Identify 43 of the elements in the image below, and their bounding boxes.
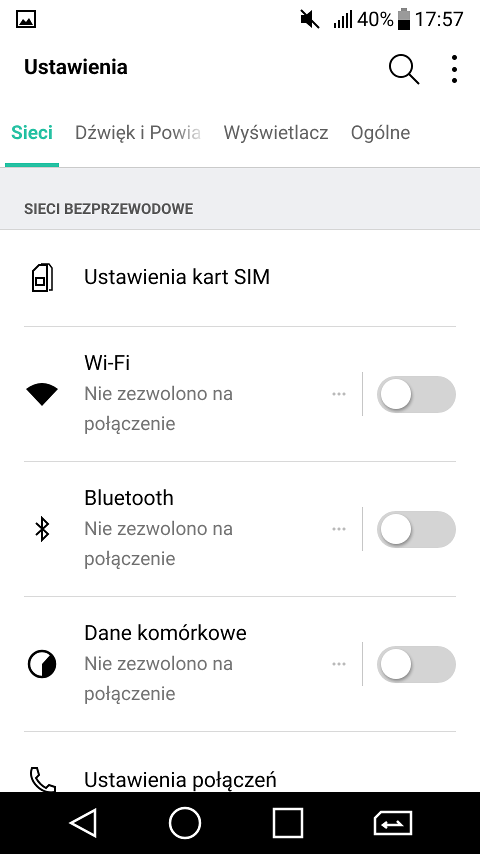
recents-button[interactable] bbox=[272, 807, 304, 839]
row-title: Dane komórkowe bbox=[84, 621, 248, 648]
battery-percent: 40% bbox=[357, 6, 394, 33]
recents-icon bbox=[272, 807, 304, 839]
section-header: SIECI BEZPRZEWODOWE bbox=[24, 198, 194, 220]
toggle-switch[interactable] bbox=[377, 376, 456, 412]
settings-row[interactable]: Ustawienia kart SIM bbox=[24, 230, 456, 327]
bluetooth-icon bbox=[34, 516, 50, 542]
battery-icon bbox=[398, 8, 410, 30]
settings-row[interactable]: Wi-Fi Nie zezwolono na połączenie bbox=[24, 327, 456, 462]
row-title: Wi-Fi bbox=[84, 351, 132, 378]
tab[interactable]: Dźwięk i Powia bbox=[68, 100, 208, 167]
home-icon bbox=[168, 806, 202, 840]
sim-card-icon bbox=[31, 263, 53, 293]
toggle-switch[interactable] bbox=[377, 510, 456, 548]
back-button[interactable] bbox=[66, 807, 99, 839]
swap-arrows-icon bbox=[373, 808, 414, 838]
signal-icon bbox=[333, 9, 354, 29]
row-subtitle: Nie zezwolono na połączenie bbox=[84, 381, 234, 437]
search-icon bbox=[387, 52, 421, 86]
tab[interactable]: Ogólne bbox=[344, 100, 416, 167]
home-button[interactable] bbox=[168, 806, 202, 840]
image-notification-icon bbox=[16, 10, 36, 28]
row-subtitle: Nie zezwolono na połączenie bbox=[84, 516, 234, 572]
back-icon bbox=[66, 807, 99, 839]
settings-row[interactable]: Bluetooth Nie zezwolono na połączenie bbox=[24, 462, 456, 597]
more-icon bbox=[332, 662, 346, 666]
muted-speaker-icon bbox=[299, 8, 322, 30]
row-title: Ustawienia połączeń bbox=[84, 768, 278, 792]
row-subtitle: Nie zezwolono na połączenie bbox=[84, 651, 234, 707]
more-icon bbox=[332, 392, 346, 396]
settings-row[interactable]: Ustawienia połączeń bbox=[24, 732, 456, 792]
settings-row[interactable]: Dane komórkowe Nie zezwolono na połączenie bbox=[24, 597, 456, 732]
switch-app-button[interactable] bbox=[373, 808, 414, 838]
wifi-icon bbox=[26, 381, 58, 407]
row-title: Bluetooth bbox=[84, 486, 175, 513]
row-title: Ustawienia kart SIM bbox=[84, 265, 272, 292]
tab[interactable]: Wyświetlacz bbox=[217, 100, 335, 167]
data-usage-icon bbox=[27, 649, 57, 679]
toggle-switch[interactable] bbox=[377, 646, 456, 682]
app-title: Ustawienia bbox=[24, 55, 129, 82]
clock: 17:57 bbox=[414, 6, 464, 33]
more-icon bbox=[332, 527, 346, 531]
